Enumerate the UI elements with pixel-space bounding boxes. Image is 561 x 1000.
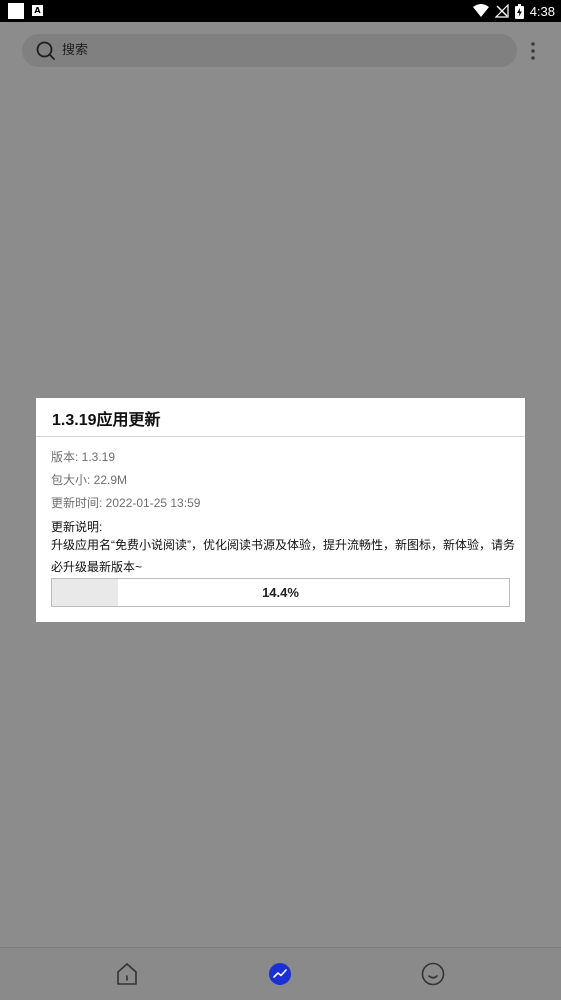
dialog-title: 1.3.19应用更新	[52, 412, 161, 429]
no-signal-icon	[494, 4, 509, 18]
bottom-nav	[0, 947, 561, 1000]
download-progress: 14.4%	[51, 578, 510, 607]
wifi-icon	[472, 4, 489, 17]
update-dialog: 1.3.19应用更新 版本: 1.3.19 包大小: 22.9M 更新时间: 2…	[36, 398, 525, 622]
a-badge-icon: A	[32, 5, 43, 16]
status-bar: A 4:38	[0, 0, 561, 22]
home-icon[interactable]	[114, 961, 140, 987]
more-vert-icon[interactable]	[527, 40, 539, 62]
notes-body: 升级应用名“免费小说阅读”，优化阅读书源及体验，提升流畅性，新图标，新体验，请务…	[51, 538, 515, 574]
trend-icon[interactable]	[267, 961, 293, 987]
search-input[interactable]: 搜索	[62, 34, 88, 67]
package-size-text: 包大小: 22.9M	[51, 473, 128, 487]
notes-label: 更新说明:	[51, 520, 103, 534]
update-time-text: 更新时间: 2022-01-25 13:59	[51, 496, 201, 510]
progress-text: 14.4%	[262, 585, 299, 600]
smile-icon[interactable]	[420, 961, 446, 987]
version-text: 版本: 1.3.19	[51, 450, 116, 464]
battery-charging-icon	[514, 3, 524, 19]
search-icon	[36, 41, 55, 60]
square-icon	[8, 3, 24, 19]
search-bar[interactable]: 搜索	[22, 34, 517, 67]
status-right: 4:38	[472, 0, 555, 22]
status-time: 4:38	[529, 3, 555, 19]
dialog-divider	[36, 436, 525, 437]
